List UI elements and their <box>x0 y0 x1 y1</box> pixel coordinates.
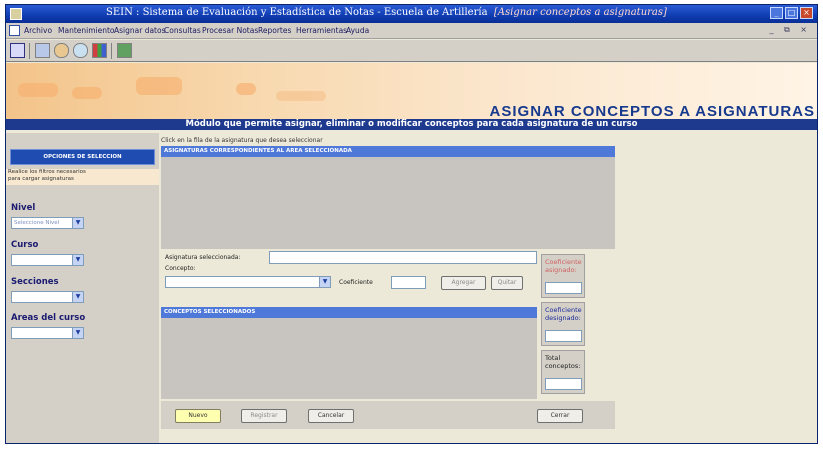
grid-icon[interactable] <box>10 43 25 58</box>
banner-decoration <box>72 87 102 99</box>
document-icon <box>9 25 20 36</box>
designated-coefficient-label: Coeficiente designado: <box>545 306 582 322</box>
chevron-down-icon[interactable]: ▼ <box>319 277 330 287</box>
chevron-down-icon[interactable]: ▼ <box>72 328 83 338</box>
areas-label: Areas del curso <box>11 313 86 323</box>
banner-decoration <box>236 83 256 95</box>
gear-icon[interactable] <box>54 43 69 58</box>
toolbar-separator <box>111 43 112 59</box>
cancel-button[interactable]: Cancelar <box>308 409 354 423</box>
assigned-coefficient-field <box>545 282 582 294</box>
selected-subject-field[interactable] <box>269 251 537 264</box>
page-subtitle: Módulo que permite asignar, eliminar o m… <box>6 119 817 130</box>
action-bar: Nuevo Registrar Cancelar Cerrar <box>161 401 615 429</box>
main-panel: Click en la fila de la asignatura que de… <box>161 133 615 443</box>
menu-reportes[interactable]: Reportes <box>258 26 291 35</box>
tree-icon[interactable] <box>117 43 132 58</box>
chevron-down-icon[interactable]: ▼ <box>72 255 83 265</box>
window-title: SEIN : Sistema de Evaluación y Estadísti… <box>106 7 667 18</box>
filter-note-line: para cargar asignaturas <box>8 176 74 182</box>
concept-select[interactable]: ▼ <box>165 276 331 288</box>
application-window: SEIN : Sistema de Evaluación y Estadísti… <box>5 4 818 444</box>
menu-asignar-datos[interactable]: Asignar datos <box>114 26 166 35</box>
concepts-grid[interactable] <box>161 318 537 399</box>
designated-coefficient-box: Coeficiente designado: <box>541 302 585 346</box>
menu-archivo[interactable]: Archivo <box>24 26 52 35</box>
instruction-text: Click en la fila de la asignatura que de… <box>161 137 323 144</box>
app-name: SEIN : Sistema de Evaluación y Estadísti… <box>106 7 375 18</box>
subjects-grid[interactable] <box>161 157 615 249</box>
nivel-select-value: Seleccione Nivel <box>14 220 60 226</box>
register-button[interactable]: Registrar <box>241 409 287 423</box>
app-icon <box>10 8 22 20</box>
curso-label: Curso <box>11 240 39 250</box>
remove-concept-button[interactable]: Quitar <box>491 276 523 290</box>
curso-select[interactable]: ▼ <box>11 254 84 266</box>
banner-decoration <box>136 77 182 95</box>
minimize-button[interactable]: _ <box>770 7 783 19</box>
subjects-header: ASIGNATURAS CORRESPONDIENTES AL AREA SEL… <box>161 146 615 157</box>
page-title: ASIGNAR CONCEPTOS A ASIGNATURAS <box>489 103 815 120</box>
close-button[interactable]: Cerrar <box>537 409 583 423</box>
nivel-select[interactable]: Seleccione Nivel ▼ <box>11 217 84 229</box>
menu-consultas[interactable]: Consultas <box>164 26 201 35</box>
menu-ayuda[interactable]: Ayuda <box>346 26 369 35</box>
secciones-label: Secciones <box>11 277 59 287</box>
filter-panel: OPCIONES DE SELECCION Realice los filtro… <box>6 133 159 443</box>
chevron-down-icon[interactable]: ▼ <box>72 218 83 228</box>
banner: ASIGNAR CONCEPTOS A ASIGNATURAS <box>6 63 817 120</box>
areas-select[interactable]: ▼ <box>11 327 84 339</box>
window-name: [Asignar conceptos a asignaturas] <box>493 7 667 18</box>
org-name: Escuela de Artillería <box>383 7 488 18</box>
menu-mantenimiento[interactable]: Mantenimiento <box>58 26 115 35</box>
banner-decoration <box>18 83 58 97</box>
mdi-controls[interactable]: _ ⧉ × <box>769 25 811 35</box>
chevron-down-icon[interactable]: ▼ <box>72 292 83 302</box>
concepts-header: CONCEPTOS SELECCIONADOS <box>161 307 537 318</box>
coefficient-label: Coeficiente <box>339 279 373 286</box>
title-bar: SEIN : Sistema de Evaluación y Estadísti… <box>6 5 817 23</box>
designated-coefficient-field <box>545 330 582 342</box>
search-icon[interactable] <box>73 43 88 58</box>
banner-decoration <box>276 91 326 101</box>
toolbar <box>6 40 817 62</box>
total-concepts-field <box>545 378 582 390</box>
selected-subject-label: Asignatura seleccionada: <box>165 254 241 261</box>
coefficient-field[interactable] <box>391 276 426 289</box>
concept-label: Concepto: <box>165 265 196 272</box>
menu-bar: Archivo Mantenimiento Asignar datos Cons… <box>6 23 817 39</box>
assigned-coefficient-label: Coeficiente asignado: <box>545 258 582 274</box>
filter-note-line: Realice los filtros necesarios <box>8 169 86 175</box>
close-window-button[interactable]: × <box>800 7 813 19</box>
menu-herramientas[interactable]: Herramientas <box>296 26 347 35</box>
toolbar-separator <box>29 43 30 59</box>
books-icon[interactable] <box>92 43 107 58</box>
add-concept-button[interactable]: Agregar <box>441 276 486 290</box>
maximize-button[interactable]: □ <box>785 7 798 19</box>
filter-panel-note: Realice los filtros necesarios para carg… <box>6 169 159 185</box>
assigned-coefficient-box: Coeficiente asignado: <box>541 254 585 298</box>
secciones-select[interactable]: ▼ <box>11 291 84 303</box>
title-separator: - <box>374 7 384 18</box>
total-concepts-box: Total conceptos: <box>541 350 585 394</box>
menu-procesar-notas[interactable]: Procesar Notas <box>202 26 258 35</box>
new-button[interactable]: Nuevo <box>175 409 221 423</box>
filter-panel-header: OPCIONES DE SELECCION <box>10 149 155 165</box>
total-concepts-label: Total conceptos: <box>545 354 581 370</box>
nivel-label: Nivel <box>11 203 36 213</box>
monitor-icon[interactable] <box>35 43 50 58</box>
